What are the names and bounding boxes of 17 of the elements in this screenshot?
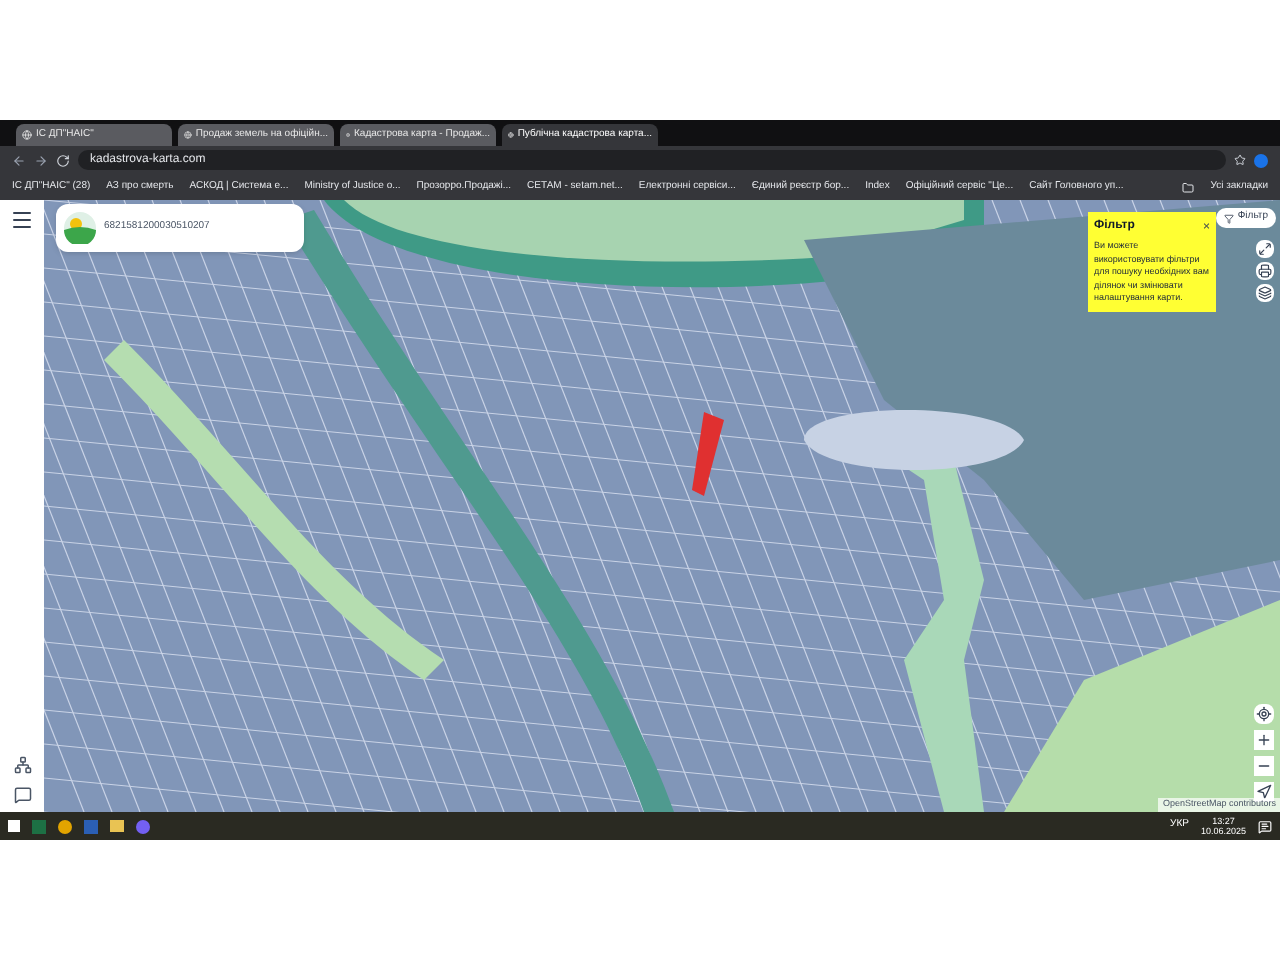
layers-icon[interactable] [1256,284,1274,302]
star-icon[interactable] [1234,154,1246,166]
logo-icon [64,212,96,244]
reload-icon[interactable] [56,153,70,167]
menu-icon[interactable] [10,208,34,232]
network-icon[interactable] [13,756,31,774]
fullscreen-icon[interactable] [1256,240,1274,258]
chat-icon[interactable] [13,786,31,804]
zoom-in-icon[interactable] [1254,730,1274,750]
notification-icon[interactable] [1258,819,1272,833]
printer-icon[interactable] [1256,262,1274,280]
filter-icon [1223,213,1234,223]
zoom-out-icon[interactable] [1254,756,1274,776]
profile-avatar[interactable] [1254,153,1268,167]
back-icon[interactable] [12,153,26,167]
forward-icon[interactable] [34,153,48,167]
locate-icon[interactable] [1254,704,1274,724]
